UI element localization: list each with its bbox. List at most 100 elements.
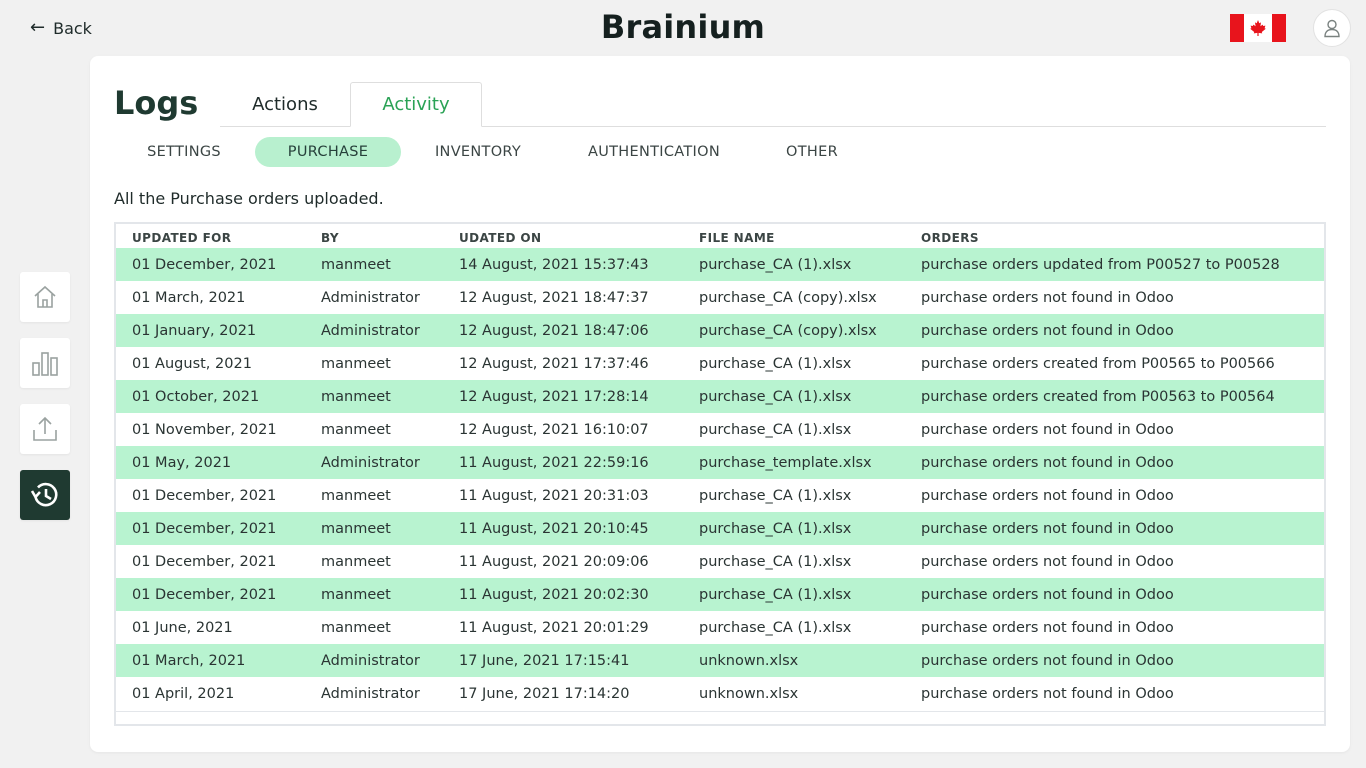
subtab-other[interactable]: OTHER — [764, 137, 860, 167]
by-cell: Administrator — [305, 314, 443, 347]
updated-on-cell: 11 August, 2021 20:10:45 — [443, 512, 683, 545]
user-icon — [1324, 19, 1340, 38]
file-name-cell: purchase_CA (1).xlsx — [699, 487, 852, 504]
table-row[interactable]: 01 December, 2021 manmeet 11 August, 2021 … — [116, 578, 1324, 611]
updated-on-cell: 17 June, 2021 17:15:41 — [443, 644, 683, 677]
by-cell: manmeet — [321, 553, 391, 570]
by-cell: manmeet — [305, 248, 443, 281]
brand-title: Brainium — [600, 8, 766, 46]
table-row[interactable]: 01 December, 2021 manmeet 14 August, 2021 … — [116, 248, 1324, 281]
by-cell: Administrator — [305, 644, 443, 677]
file-name-cell: purchase_CA (1).xlsx — [683, 512, 905, 545]
table-row[interactable]: 01 August, 2021 manmeet 12 August, 2021 17… — [116, 347, 1324, 380]
updated-on-cell: 12 August, 2021 17:37:46 — [459, 355, 649, 372]
table-row[interactable]: 01 December, 2021 manmeet 11 August, 2021 … — [116, 479, 1324, 512]
orders-cell: purchase orders not found in Odoo — [921, 619, 1174, 636]
sidebar-item-history[interactable] — [20, 470, 70, 520]
column-header-by: BY — [321, 231, 339, 245]
subtab-purchase[interactable]: PURCHASE — [255, 137, 401, 167]
column-header-file-name: FILE NAME — [699, 231, 775, 245]
updated-on-cell: 11 August, 2021 20:31:03 — [459, 487, 649, 504]
updated-on-cell: 12 August, 2021 18:47:06 — [443, 314, 683, 347]
updated-on-cell: 11 August, 2021 20:02:30 — [443, 578, 683, 611]
orders-cell: purchase orders not found in Odoo — [921, 289, 1174, 306]
file-name-cell: purchase_CA (1).xlsx — [683, 380, 905, 413]
table-bottom-divider — [116, 711, 1324, 712]
updated-for-cell: 01 October, 2021 — [116, 380, 305, 413]
sidebar-item-reports[interactable] — [20, 338, 70, 388]
updated-for-cell: 01 June, 2021 — [132, 619, 233, 636]
file-name-cell: purchase_CA (copy).xlsx — [699, 289, 877, 306]
bar-chart-icon — [32, 352, 58, 376]
updated-for-cell: 01 May, 2021 — [116, 446, 305, 479]
orders-cell: purchase orders not found in Odoo — [921, 487, 1174, 504]
subtab-authentication[interactable]: AUTHENTICATION — [574, 137, 734, 167]
table-row[interactable]: 01 October, 2021 manmeet 12 August, 2021 1… — [116, 380, 1324, 413]
by-cell: manmeet — [321, 487, 391, 504]
table-row[interactable]: 01 December, 2021 manmeet 11 August, 2021 … — [116, 512, 1324, 545]
tab-activity[interactable]: Activity — [350, 82, 482, 127]
updated-on-cell: 11 August, 2021 20:09:06 — [459, 553, 649, 570]
user-avatar[interactable] — [1313, 9, 1351, 47]
home-icon — [34, 285, 56, 308]
updated-for-cell: 01 March, 2021 — [132, 289, 246, 306]
by-cell: manmeet — [305, 578, 443, 611]
updated-for-cell: 01 March, 2021 — [116, 644, 305, 677]
orders-cell: purchase orders created from P00565 to P… — [921, 355, 1275, 372]
file-name-cell: purchase_template.xlsx — [683, 446, 905, 479]
top-bar: ← Back Brainium — [0, 0, 1366, 56]
orders-cell: purchase orders not found in Odoo — [921, 685, 1174, 702]
updated-for-cell: 01 December, 2021 — [132, 487, 277, 504]
updated-for-cell: 01 December, 2021 — [116, 248, 305, 281]
file-name-cell: purchase_CA (1).xlsx — [683, 248, 905, 281]
sidebar-item-home[interactable] — [20, 272, 70, 322]
purchase-log-table: UPDATED FOR BY UDATED ON FILE NAME ORDER… — [114, 222, 1326, 726]
table-row[interactable]: 01 November, 2021 manmeet 12 August, 2021 … — [116, 413, 1324, 446]
updated-for-cell: 01 August, 2021 — [132, 355, 252, 372]
by-cell: manmeet — [305, 380, 443, 413]
updated-on-cell: 12 August, 2021 16:10:07 — [459, 421, 649, 438]
page-title: Logs — [114, 84, 199, 122]
orders-cell: purchase orders not found in Odoo — [921, 553, 1174, 570]
column-header-updated-for: UPDATED FOR — [132, 231, 232, 245]
orders-cell: purchase orders not found in Odoo — [905, 446, 1324, 479]
sidebar-item-upload[interactable] — [20, 404, 70, 454]
orders-cell: purchase orders not found in Odoo — [905, 512, 1324, 545]
subtab-settings[interactable]: SETTINGS — [114, 137, 254, 167]
file-name-cell: purchase_CA (1).xlsx — [699, 355, 852, 372]
table-row[interactable]: 01 January, 2021 Administrator 12 August, … — [116, 314, 1324, 347]
table-row[interactable]: 01 May, 2021 Administrator 11 August, 2021… — [116, 446, 1324, 479]
orders-cell: purchase orders updated from P00527 to P… — [905, 248, 1324, 281]
orders-cell: purchase orders created from P00563 to P… — [905, 380, 1324, 413]
file-name-cell: purchase_CA (1).xlsx — [699, 553, 852, 570]
updated-for-cell: 01 December, 2021 — [116, 512, 305, 545]
table-row[interactable]: 01 March, 2021 Administrator 12 August, 20… — [116, 281, 1324, 314]
subtab-inventory[interactable]: INVENTORY — [408, 137, 548, 167]
orders-cell: purchase orders not found in Odoo — [905, 644, 1324, 677]
by-cell: manmeet — [321, 619, 391, 636]
updated-on-cell: 12 August, 2021 18:47:37 — [459, 289, 649, 306]
updated-for-cell: 01 January, 2021 — [116, 314, 305, 347]
column-header-updated-on: UDATED ON — [459, 231, 542, 245]
updated-for-cell: 01 December, 2021 — [116, 578, 305, 611]
orders-cell: purchase orders not found in Odoo — [905, 314, 1324, 347]
by-cell: manmeet — [321, 355, 391, 372]
table-row[interactable]: 01 December, 2021 manmeet 11 August, 2021 … — [116, 545, 1324, 578]
column-header-orders: ORDERS — [921, 231, 979, 245]
tab-actions[interactable]: Actions — [220, 82, 350, 127]
updated-on-cell: 11 August, 2021 20:01:29 — [459, 619, 649, 636]
updated-on-cell: 11 August, 2021 22:59:16 — [443, 446, 683, 479]
by-cell: Administrator — [321, 685, 420, 702]
updated-for-cell: 01 April, 2021 — [132, 685, 235, 702]
history-icon — [30, 482, 58, 507]
file-name-cell: unknown.xlsx — [683, 644, 905, 677]
by-cell: manmeet — [321, 421, 391, 438]
updated-on-cell: 17 June, 2021 17:14:20 — [459, 685, 630, 702]
by-cell: Administrator — [305, 446, 443, 479]
table-row[interactable]: 01 March, 2021 Administrator 17 June, 2021… — [116, 644, 1324, 677]
table-body: 01 December, 2021 manmeet 14 August, 2021 … — [116, 248, 1324, 710]
canada-flag-icon[interactable] — [1230, 14, 1286, 42]
file-name-cell: purchase_CA (copy).xlsx — [683, 314, 905, 347]
table-row[interactable]: 01 June, 2021 manmeet 11 August, 2021 20:0… — [116, 611, 1324, 644]
table-row[interactable]: 01 April, 2021 Administrator 17 June, 2021… — [116, 677, 1324, 710]
